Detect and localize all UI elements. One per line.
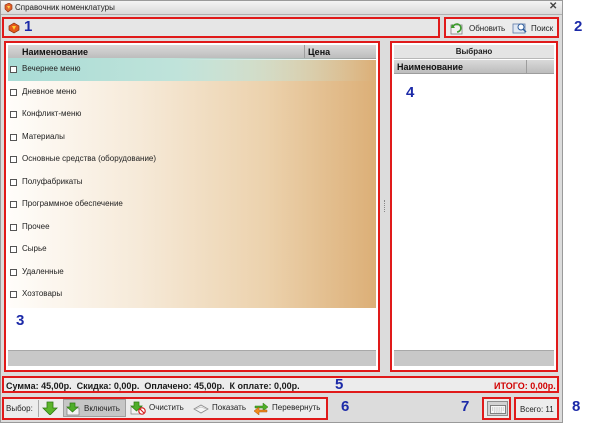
column-name-header[interactable]: Наименование <box>22 47 88 57</box>
show-label: Показать <box>212 403 247 412</box>
selection-label: Выбор: <box>6 404 33 413</box>
list-item[interactable]: Сырье <box>8 238 375 261</box>
list-item[interactable]: Основные средства (оборудование) <box>8 148 375 171</box>
clear-button[interactable]: Очистить <box>129 399 188 417</box>
list-item-label: Конфликт-меню <box>22 109 82 118</box>
list-item[interactable]: Вечернее меню <box>8 58 375 81</box>
separator <box>38 400 39 417</box>
callout-3: 3 <box>16 312 25 329</box>
list-item-label: Вечернее меню <box>22 64 81 73</box>
checkbox[interactable] <box>10 268 17 276</box>
clear-label: Очистить <box>149 403 184 412</box>
keyboard-area <box>482 397 511 420</box>
include-button[interactable]: Включить <box>63 399 126 417</box>
invert-button[interactable]: Перевернуть <box>252 399 326 417</box>
callout-5: 5 <box>335 376 344 393</box>
callout-8: 8 <box>572 398 581 415</box>
clear-icon <box>130 401 146 415</box>
checkbox[interactable] <box>10 66 17 73</box>
search-icon <box>512 23 527 34</box>
list-item-label: Дневное меню <box>22 86 77 96</box>
checkbox[interactable] <box>10 223 17 231</box>
window-title: Справочник номенклатуры <box>15 3 115 12</box>
selected-column-header[interactable]: Наименование <box>397 62 463 72</box>
list-item[interactable]: Дневное меню <box>8 81 375 104</box>
keyboard-icon <box>490 405 506 414</box>
total-count: Всего: 11 <box>520 405 554 414</box>
search-button[interactable]: Поиск <box>512 20 558 36</box>
selected-header: Наименование <box>394 60 554 74</box>
callout-6: 6 <box>341 398 350 415</box>
top-toolbar: Обновить Поиск <box>444 17 559 38</box>
search-label: Поиск <box>531 24 554 33</box>
list-item[interactable]: Программное обеспечение <box>8 193 375 216</box>
checkbox[interactable] <box>10 178 17 186</box>
list-item-label: Основные средства (оборудование) <box>22 154 157 163</box>
checkbox[interactable] <box>10 291 17 298</box>
invert-label: Перевернуть <box>272 403 321 412</box>
list-item-label: Прочее <box>22 221 50 231</box>
list-item[interactable]: Материалы <box>8 126 375 149</box>
list-item-label: Программное обеспечение <box>22 199 123 208</box>
root-folder-icon[interactable] <box>8 22 20 34</box>
checkbox[interactable] <box>10 201 17 208</box>
list-item-label: Сырье <box>22 244 47 253</box>
status-count-area: Всего: 11 <box>514 397 559 420</box>
checkbox[interactable] <box>10 133 17 141</box>
list-item-label: Удаленные <box>22 266 64 276</box>
list-item[interactable]: Прочее <box>8 216 375 239</box>
list-item-label: Полуфабрикаты <box>22 176 83 186</box>
selected-panel-title: Выбрано <box>394 45 554 59</box>
list-item-label: Хозтовары <box>22 289 63 298</box>
total-text: ИТОГО: 0,00р. <box>494 381 556 391</box>
select-down-button[interactable] <box>41 399 61 417</box>
splitter-handle[interactable] <box>384 200 386 212</box>
checkbox[interactable] <box>10 246 17 253</box>
selected-footer <box>394 350 554 366</box>
checkbox[interactable] <box>10 111 17 118</box>
checkbox[interactable] <box>10 88 17 96</box>
callout-2: 2 <box>574 18 583 35</box>
list-item[interactable]: Удаленные <box>8 261 375 284</box>
app-icon <box>4 3 13 13</box>
include-icon <box>66 402 80 416</box>
show-icon <box>193 404 209 414</box>
callout-1: 1 <box>24 18 33 35</box>
list-item[interactable]: Хозтовары <box>8 283 375 306</box>
arrow-down-icon <box>42 401 58 415</box>
checkbox[interactable] <box>10 156 17 163</box>
column-price-header[interactable]: Цена <box>308 47 330 57</box>
catalog-header: Наименование Цена <box>8 45 376 59</box>
refresh-icon <box>450 23 463 35</box>
include-label: Включить <box>84 404 120 413</box>
title-bar: Справочник номенклатуры ✕ <box>1 1 562 15</box>
catalog-footer <box>8 350 376 366</box>
list-item[interactable]: Конфликт-меню <box>8 103 375 126</box>
column-divider <box>526 60 527 74</box>
show-button[interactable]: Показать <box>192 399 250 417</box>
list-item[interactable]: Полуфабрикаты <box>8 171 375 194</box>
keyboard-button[interactable] <box>487 401 508 416</box>
selected-panel: Выбрано Наименование <box>390 41 558 372</box>
column-divider <box>304 45 305 59</box>
path-area <box>2 17 440 38</box>
summary-bar: Сумма: 45,00р. Скидка: 0,00р. Оплачено: … <box>2 376 559 393</box>
list-item-label: Материалы <box>22 131 65 141</box>
refresh-label: Обновить <box>469 24 506 33</box>
close-icon[interactable]: ✕ <box>549 1 557 12</box>
refresh-button[interactable]: Обновить <box>449 20 507 36</box>
summary-text: Сумма: 45,00р. Скидка: 0,00р. Оплачено: … <box>6 381 300 391</box>
callout-7: 7 <box>461 398 470 415</box>
invert-icon <box>253 402 269 415</box>
callout-4: 4 <box>406 84 415 101</box>
